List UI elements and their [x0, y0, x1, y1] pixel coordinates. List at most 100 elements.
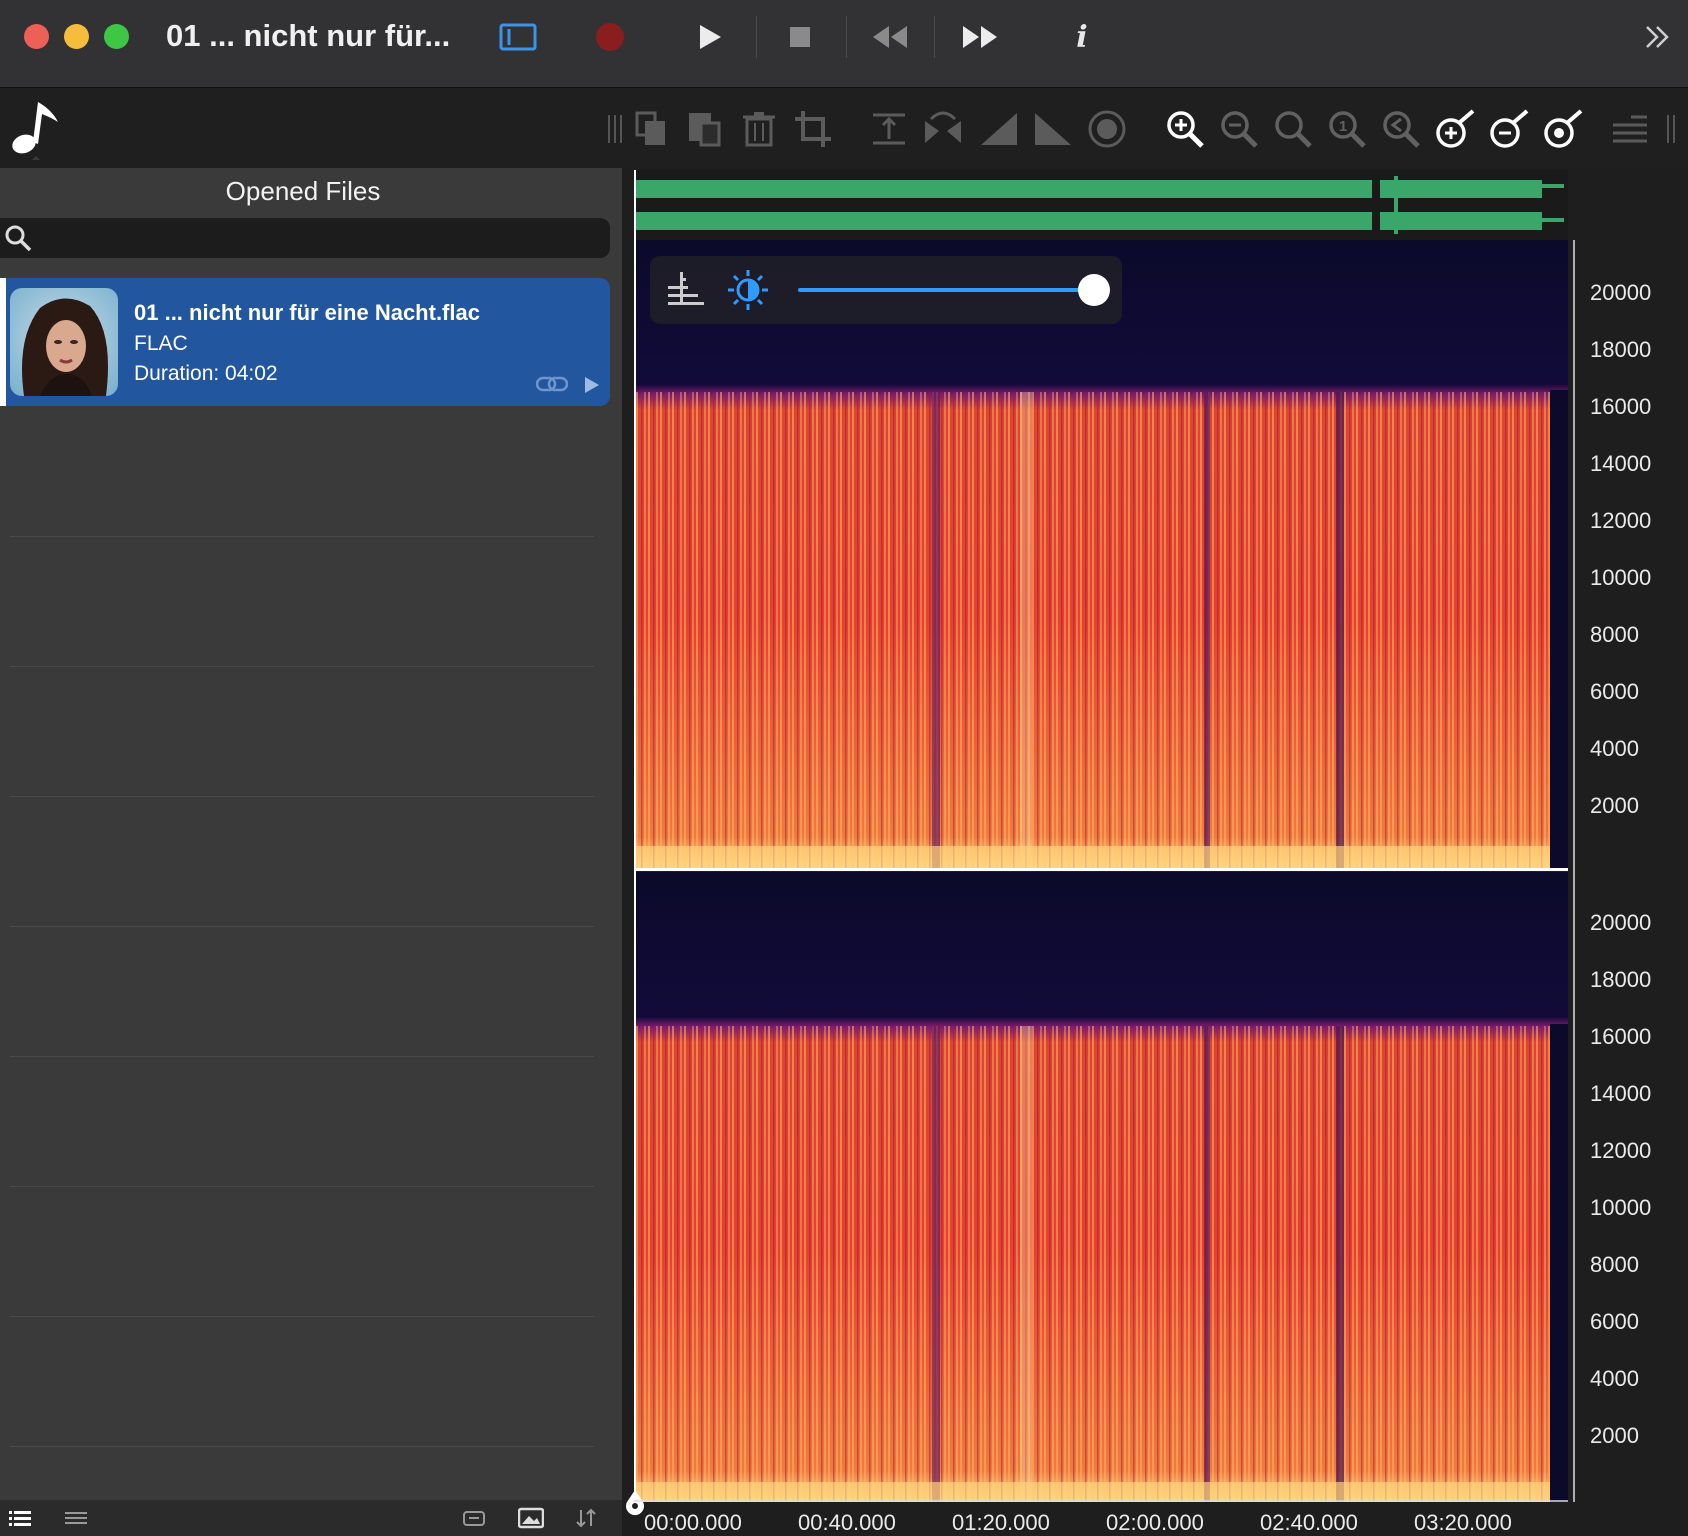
gain-down-icon[interactable]: [1488, 108, 1530, 150]
brightness-icon[interactable]: [726, 268, 770, 317]
list-divider: [10, 1446, 594, 1447]
reverse-icon[interactable]: [922, 108, 964, 150]
list-divider: [10, 666, 594, 667]
y-tick-label: 10000: [1590, 1195, 1652, 1220]
link-icon[interactable]: [535, 376, 569, 397]
x-tick-label: 00:00.000: [644, 1510, 742, 1535]
toolbar-separator: [756, 16, 757, 58]
y-tick-label: 14000: [1590, 451, 1652, 476]
stop-icon[interactable]: [780, 14, 820, 60]
sort-icon[interactable]: [574, 1506, 598, 1535]
app-logo-music-note-icon: [8, 96, 64, 162]
overflow-chevron-icon[interactable]: [1640, 14, 1674, 60]
zoom-fit-icon[interactable]: [1272, 108, 1314, 150]
file-duration: Duration: 04:02: [134, 362, 278, 385]
window-title: 01 ... nicht nur für...: [166, 18, 451, 53]
image-icon[interactable]: [517, 1506, 545, 1535]
list-divider: [10, 796, 594, 797]
fade-out-icon[interactable]: [1032, 108, 1074, 150]
zoom-selection-icon[interactable]: 1: [1326, 108, 1368, 150]
list-divider: [10, 1316, 594, 1317]
copy-icon[interactable]: [630, 108, 672, 150]
playhead[interactable]: [634, 170, 636, 1500]
sidebar-toggle-icon[interactable]: [498, 14, 538, 60]
y-tick-label: 18000: [1590, 967, 1652, 992]
y-tick-label: 18000: [1590, 337, 1652, 362]
y-tick-label: 4000: [1590, 736, 1639, 761]
list-divider: [10, 536, 594, 537]
title-bar: 01 ... nicht nur für... i: [0, 0, 1688, 88]
list-divider: [10, 1186, 594, 1187]
edit-toolbar: 1: [0, 88, 1688, 168]
y-tick-label: 2000: [1590, 1423, 1639, 1448]
spectrogram-view[interactable]: 20000 18000 16000 14000 12000 10000 8000…: [622, 168, 1688, 1536]
rewind-icon[interactable]: [868, 14, 912, 60]
spectrogram-channel-1[interactable]: [636, 240, 1568, 868]
crop-icon[interactable]: [792, 108, 834, 150]
album-cover-image: [10, 288, 118, 396]
play-file-icon[interactable]: [584, 376, 600, 399]
play-icon[interactable]: [690, 14, 730, 60]
info-icon[interactable]: i: [1068, 14, 1096, 60]
y-tick-label: 16000: [1590, 1024, 1652, 1049]
list-icon[interactable]: [1608, 108, 1650, 150]
y-tick-label: 8000: [1590, 622, 1639, 647]
zoom-in-icon[interactable]: [1164, 108, 1206, 150]
sidebar-title: Opened Files: [225, 176, 381, 206]
minimize-window-button[interactable]: [64, 24, 89, 49]
y-tick-label: 12000: [1590, 1138, 1652, 1163]
file-list-item[interactable]: 01 ... nicht nur für eine Nacht.flac FLA…: [0, 278, 610, 406]
list-divider: [10, 1056, 594, 1057]
trash-icon[interactable]: [738, 108, 780, 150]
grip-right-icon: [1660, 108, 1684, 150]
channel-divider: [634, 868, 1568, 871]
list-divider: [10, 926, 594, 927]
silence-icon[interactable]: [1086, 108, 1128, 150]
toolbar-separator: [846, 16, 847, 58]
app-window: 01 ... nicht nur für... i 1 Opened Files…: [0, 0, 1688, 1536]
y-tick-label: 16000: [1590, 394, 1652, 419]
y-tick-label: 20000: [1590, 910, 1652, 935]
svg-text:1: 1: [1339, 118, 1347, 135]
zoom-reset-icon[interactable]: [1380, 108, 1422, 150]
search-input[interactable]: [0, 218, 610, 258]
list-view-icon[interactable]: [8, 1506, 32, 1535]
y-tick-label: 2000: [1590, 793, 1639, 818]
fade-in-icon[interactable]: [978, 108, 1020, 150]
waveform-overview[interactable]: [634, 170, 1568, 240]
gain-settings-icon[interactable]: [1542, 108, 1584, 150]
frequency-axis: 20000 18000 16000 14000 12000 10000 8000…: [1568, 240, 1688, 1502]
record-icon[interactable]: [590, 14, 630, 60]
normalize-icon[interactable]: [868, 108, 910, 150]
y-tick-label: 6000: [1590, 679, 1639, 704]
spectrogram-settings-overlay: [650, 256, 1122, 324]
x-tick-label: 02:40.000: [1260, 1510, 1358, 1535]
file-format: FLAC: [134, 332, 188, 355]
x-tick-label: 02:00.000: [1106, 1510, 1204, 1535]
time-axis: 00:00.000 00:40.000 01:20.000 02:00.000 …: [634, 1500, 1574, 1536]
collapse-icon[interactable]: [462, 1506, 486, 1535]
compact-view-icon[interactable]: [64, 1506, 88, 1535]
maximize-window-button[interactable]: [104, 24, 129, 49]
y-tick-label: 4000: [1590, 1366, 1639, 1391]
opened-files-sidebar: Opened Files 01 ... nicht nur für eine N…: [0, 168, 622, 1500]
gain-up-icon[interactable]: [1434, 108, 1476, 150]
spectrum-bars-icon[interactable]: [666, 270, 706, 315]
x-tick-label: 03:20.000: [1414, 1510, 1512, 1535]
brightness-slider-track[interactable]: [798, 288, 1098, 292]
y-tick-label: 8000: [1590, 1252, 1639, 1277]
brightness-slider-knob[interactable]: [1078, 274, 1110, 306]
file-name: 01 ... nicht nur für eine Nacht.flac: [134, 300, 480, 325]
search-icon: [4, 224, 32, 257]
y-tick-label: 6000: [1590, 1309, 1639, 1334]
spectrogram-channel-2[interactable]: [636, 872, 1568, 1502]
x-tick-label: 01:20.000: [952, 1510, 1050, 1535]
y-tick-label: 10000: [1590, 565, 1652, 590]
y-tick-label: 12000: [1590, 508, 1652, 533]
y-tick-label: 20000: [1590, 280, 1652, 305]
fast-forward-icon[interactable]: [958, 14, 1002, 60]
y-tick-label: 14000: [1590, 1081, 1652, 1106]
paste-icon[interactable]: [684, 108, 726, 150]
zoom-out-icon[interactable]: [1218, 108, 1260, 150]
close-window-button[interactable]: [24, 24, 49, 49]
